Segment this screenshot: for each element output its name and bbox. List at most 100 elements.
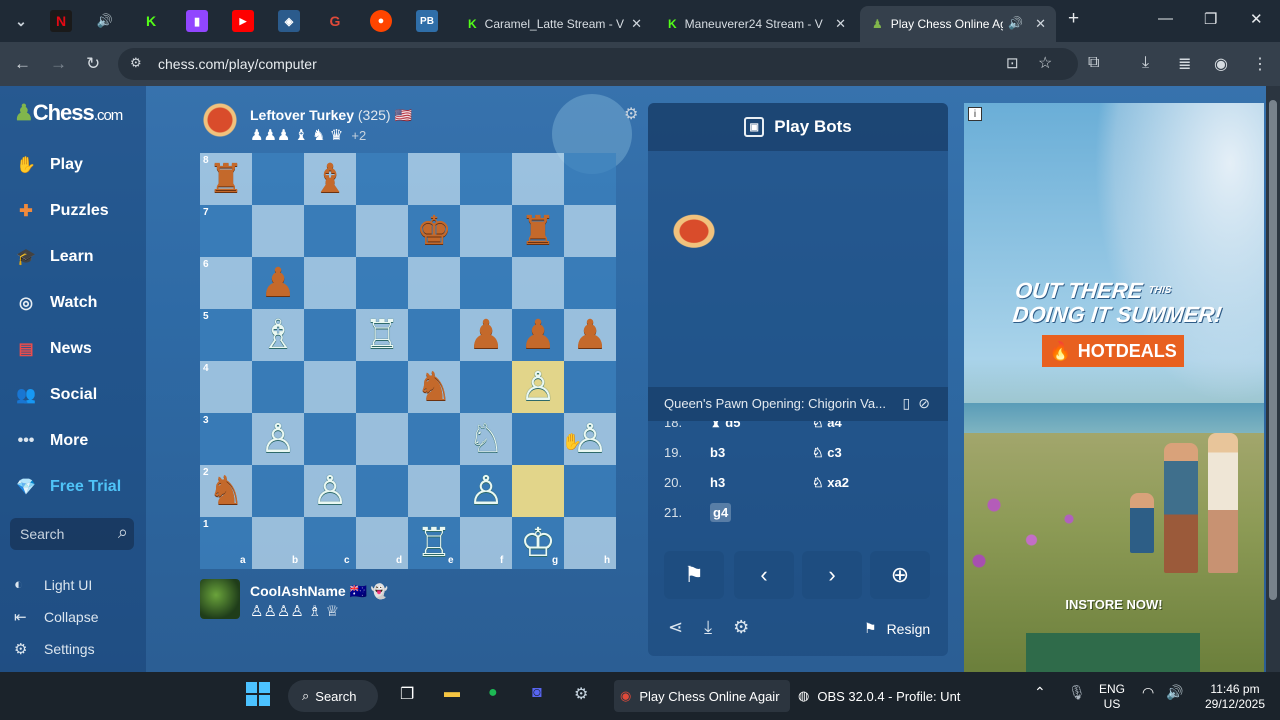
- sidebar-item-watch[interactable]: ◎ Watch: [12, 283, 142, 323]
- sidebar-item-news[interactable]: ▤ News: [12, 329, 142, 369]
- site-info-icon[interactable]: ⚙: [130, 55, 142, 71]
- back-icon[interactable]: ←: [14, 54, 31, 74]
- search-icon[interactable]: ⌕: [118, 522, 128, 543]
- forward-icon[interactable]: →: [50, 54, 67, 74]
- white-piece-d5[interactable]: ♖: [356, 309, 408, 361]
- restore-icon[interactable]: ❐: [1204, 10, 1217, 28]
- square-h7[interactable]: [564, 205, 616, 257]
- square-d6[interactable]: [356, 257, 408, 309]
- new-tab-icon[interactable]: +: [1068, 8, 1079, 30]
- ad-info-icon[interactable]: i: [968, 107, 982, 121]
- url-bar[interactable]: ⚙ chess.com/play/computer ⊡ ☆: [118, 48, 1078, 80]
- wifi-icon[interactable]: ◠: [1142, 684, 1154, 701]
- file-explorer-icon[interactable]: ▬: [444, 684, 460, 702]
- tab-maneuverer24[interactable]: K Maneuverer24 Stream - V ✕: [656, 6, 856, 42]
- windows-start-icon[interactable]: [246, 682, 270, 706]
- black-move[interactable]: ♘ xa2: [812, 475, 849, 491]
- square-d2[interactable]: [356, 465, 408, 517]
- square-b8[interactable]: [252, 153, 304, 205]
- square-b4[interactable]: [252, 361, 304, 413]
- extensions-icon[interactable]: ⧉: [1088, 54, 1099, 72]
- share-icon[interactable]: ⋖: [668, 617, 683, 637]
- opening-name[interactable]: Queen's Pawn Opening: Chigorin Va...: [664, 396, 886, 411]
- sidebar-item-more[interactable]: ••• More: [12, 421, 142, 461]
- black-piece-g5[interactable]: ♟: [512, 309, 564, 361]
- square-g3[interactable]: [512, 413, 564, 465]
- compass-icon[interactable]: ⊘: [918, 395, 938, 411]
- square-b7[interactable]: [252, 205, 304, 257]
- kick-tab-icon[interactable]: K: [140, 10, 162, 32]
- black-piece-a8[interactable]: ♜: [200, 153, 252, 205]
- square-h8[interactable]: [564, 153, 616, 205]
- white-piece-f3[interactable]: ♘: [460, 413, 512, 465]
- collapse-button[interactable]: ⇤ Collapse: [14, 608, 98, 626]
- black-piece-b6[interactable]: ♟: [252, 257, 304, 309]
- reddit-tab-icon[interactable]: ●: [370, 10, 392, 32]
- square-e2[interactable]: [408, 465, 460, 517]
- media-control-icon[interactable]: ≣: [1178, 54, 1191, 74]
- white-move-current[interactable]: g4: [710, 503, 732, 522]
- language-indicator[interactable]: ENG US: [1096, 682, 1128, 712]
- square-h2[interactable]: [564, 465, 616, 517]
- bookmark-star-icon[interactable]: ☆: [1038, 53, 1052, 73]
- sidebar-item-free-trial[interactable]: 💎 Free Trial: [12, 467, 142, 507]
- speaker-tab-icon[interactable]: 🔊: [94, 10, 116, 32]
- black-piece-a2[interactable]: ♞: [200, 465, 252, 517]
- close-icon[interactable]: ✕: [631, 16, 642, 32]
- audio-playing-icon[interactable]: 🔊: [1008, 16, 1023, 30]
- microphone-icon[interactable]: 🎙: [1068, 684, 1086, 701]
- square-c4[interactable]: [304, 361, 356, 413]
- steam-icon[interactable]: ⚙: [574, 684, 588, 704]
- board-settings-gear-icon[interactable]: ⚙: [624, 104, 638, 124]
- white-move[interactable]: ♝ d5: [710, 421, 740, 431]
- square-d4[interactable]: [356, 361, 408, 413]
- settings-link[interactable]: ⚙ Settings: [14, 640, 95, 658]
- tray-chevron-up-icon[interactable]: ⌃: [1034, 684, 1046, 701]
- white-piece-e1[interactable]: ♖: [408, 517, 460, 569]
- volume-icon[interactable]: 🔊: [1166, 684, 1183, 701]
- white-piece-b5[interactable]: ♗: [252, 309, 304, 361]
- white-piece-b3[interactable]: ♙: [252, 413, 304, 465]
- opponent-avatar[interactable]: [200, 100, 240, 140]
- pb-tab-icon[interactable]: PB: [416, 10, 438, 32]
- previous-move-button[interactable]: ‹: [734, 551, 794, 599]
- advertisement[interactable]: OUT THERE THIS DOING IT SUMMER! 🔥 HOTDEA…: [964, 103, 1264, 672]
- square-g2[interactable]: [512, 465, 564, 517]
- square-h4[interactable]: [564, 361, 616, 413]
- resign-button[interactable]: ⚑ Resign: [864, 620, 930, 637]
- black-piece-c8[interactable]: ♝: [304, 153, 356, 205]
- book-icon[interactable]: ▯: [903, 395, 919, 411]
- black-piece-g7[interactable]: ♜: [512, 205, 564, 257]
- square-c3[interactable]: [304, 413, 356, 465]
- install-app-icon[interactable]: ⊡: [1006, 54, 1019, 72]
- square-c6[interactable]: [304, 257, 356, 309]
- square-g6[interactable]: [512, 257, 564, 309]
- player-avatar[interactable]: [200, 579, 240, 619]
- sidebar-item-learn[interactable]: 🎓 Learn: [12, 237, 142, 277]
- sidebar-search-input[interactable]: Search ⌕: [10, 518, 134, 550]
- close-icon[interactable]: ✕: [835, 16, 846, 32]
- black-piece-e4[interactable]: ♞: [408, 361, 460, 413]
- taskbar-app-obs[interactable]: ◍ OBS 32.0.4 - Profile: Unt: [796, 680, 966, 712]
- black-piece-e7[interactable]: ♚: [408, 205, 460, 257]
- site-tab-icon[interactable]: ◈: [278, 10, 300, 32]
- zoom-analysis-button[interactable]: ⊕: [870, 551, 930, 599]
- square-c5[interactable]: [304, 309, 356, 361]
- white-piece-g4[interactable]: ♙: [512, 361, 564, 413]
- white-piece-f2[interactable]: ♙: [460, 465, 512, 517]
- move-list[interactable]: 18. ♝ d5 ♘ a4 19. b3 ♘ c3 20. h3 ♘ xa2 2…: [648, 421, 948, 529]
- minimize-icon[interactable]: —: [1158, 10, 1173, 27]
- spotify-icon[interactable]: ●: [488, 684, 498, 702]
- black-move[interactable]: ♘ c3: [812, 445, 842, 461]
- tab-play-chess[interactable]: ♟ Play Chess Online Ag 🔊 ✕: [860, 6, 1056, 42]
- square-f8[interactable]: [460, 153, 512, 205]
- chess-com-logo[interactable]: ♟Chess.com: [14, 100, 123, 126]
- square-e5[interactable]: [408, 309, 460, 361]
- opponent-name[interactable]: Leftover Turkey: [250, 107, 354, 123]
- close-icon[interactable]: ✕: [1035, 16, 1046, 32]
- white-move[interactable]: b3: [710, 445, 725, 460]
- square-d3[interactable]: [356, 413, 408, 465]
- reload-icon[interactable]: ↻: [86, 54, 100, 74]
- square-f6[interactable]: [460, 257, 512, 309]
- task-view-icon[interactable]: ❐: [400, 684, 414, 704]
